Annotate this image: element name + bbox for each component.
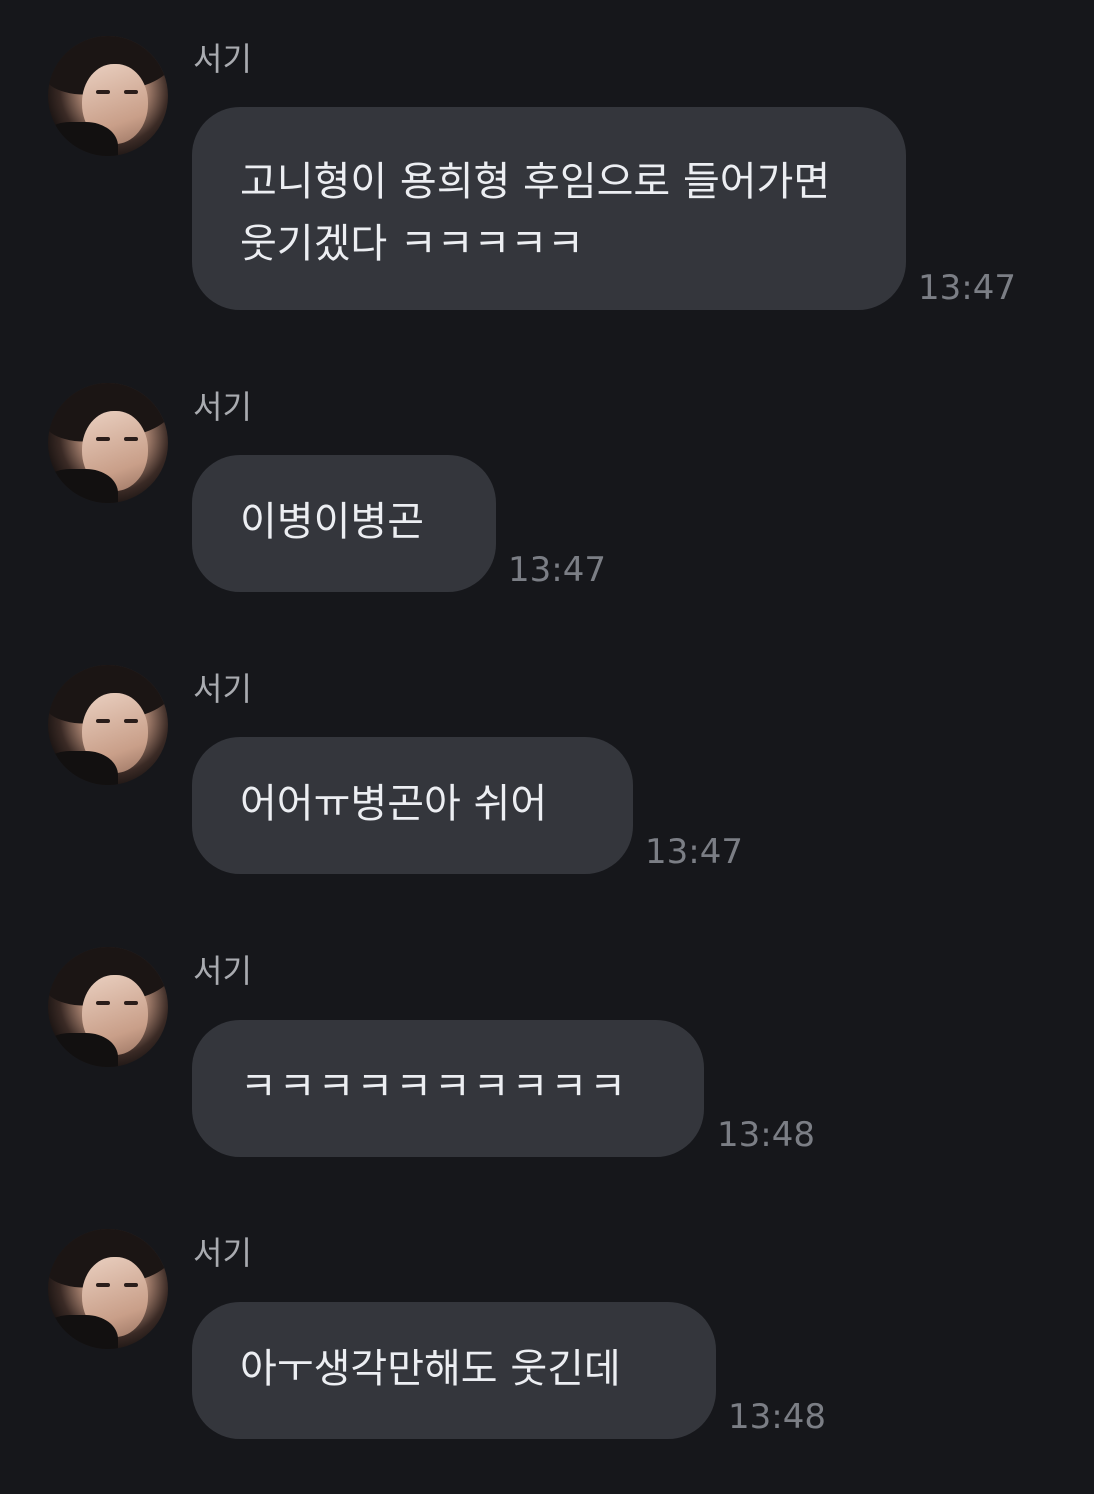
avatar-eye-shape [96,90,110,94]
message-timestamp: 13:48 [717,1115,815,1155]
avatar[interactable] [48,665,168,785]
sender-name[interactable]: 서기 [193,952,252,990]
avatar[interactable] [48,36,168,156]
message-bubble[interactable]: 고니형이 용희형 후임으로 들어가면 웃기겠다 ㅋㅋㅋㅋㅋ [192,107,906,310]
avatar-eye-shape [124,437,138,441]
avatar-eye-shape [124,1001,138,1005]
avatar-eye-shape [96,1001,110,1005]
sender-name[interactable]: 서기 [193,40,252,78]
message-bubble[interactable]: ㅋㅋㅋㅋㅋㅋㅋㅋㅋㅋ [192,1020,704,1157]
avatar-eye-shape [124,1283,138,1287]
message-timestamp: 13:48 [728,1397,826,1437]
message-bubble[interactable]: 이병이병곤 [192,455,496,592]
chat-screen: { "colors": { "background": "#16171b", "… [0,0,1094,1494]
sender-name[interactable]: 서기 [193,388,252,426]
message-bubble[interactable]: 아ㅜ생각만해도 웃긴데 [192,1302,716,1439]
avatar[interactable] [48,383,168,503]
avatar-eye-shape [96,1283,110,1287]
sender-name[interactable]: 서기 [193,670,252,708]
message-timestamp: 13:47 [645,832,743,872]
sender-name[interactable]: 서기 [193,1234,252,1272]
avatar[interactable] [48,1229,168,1349]
avatar-eye-shape [96,719,110,723]
avatar-eye-shape [124,90,138,94]
message-timestamp: 13:47 [508,550,606,590]
message-timestamp: 13:47 [918,268,1016,308]
avatar-eye-shape [124,719,138,723]
message-bubble[interactable]: 어어ㅠ병곤아 쉬어 [192,737,633,874]
avatar-eye-shape [96,437,110,441]
avatar[interactable] [48,947,168,1067]
